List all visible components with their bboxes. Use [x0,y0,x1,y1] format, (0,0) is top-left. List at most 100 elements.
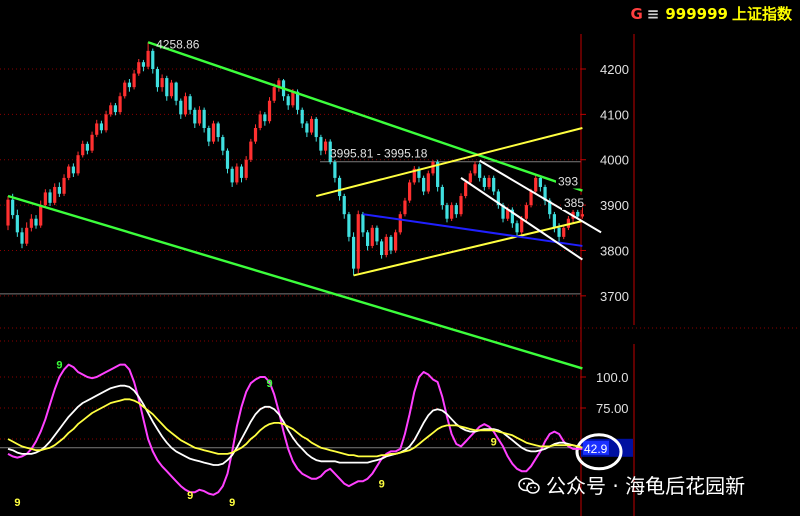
candle-body [239,166,244,178]
candle-body [137,62,141,74]
price-tag: 393 [558,175,578,189]
trendline-green-lower [7,194,583,370]
candle-body [580,214,585,217]
osc-signal-marker: 9 [491,436,497,448]
candle-body [333,162,337,178]
candle-body [356,214,360,269]
candle-body [85,143,89,151]
osc-tick-label: 75.00 [596,401,629,416]
candle-body [473,164,477,174]
candle-body [487,177,491,187]
range-label: 3995.81 - 3995.18 [330,146,428,160]
price-tick-label: 4000 [600,153,629,168]
candle-body [230,168,234,183]
candle-body [557,227,561,237]
candle-body [123,82,127,97]
candle-body [468,173,472,183]
price-tick-label: 4200 [600,62,629,77]
candle-body [319,137,323,151]
price-tick-label: 3900 [600,198,629,213]
candle-body [440,186,444,206]
osc-tick-label: 100.0 [596,370,629,385]
candle-body [454,205,458,215]
candle-body [197,109,202,124]
candle-body [445,205,449,219]
candle-body [534,177,538,192]
candle-body [272,87,276,101]
candle-body [39,205,43,226]
candle-body [25,227,29,244]
candle-body [81,143,85,156]
candle-body [179,100,183,115]
candle-body [193,109,197,124]
candle-body [305,123,309,133]
osc-signal-marker: 9 [56,360,62,372]
osc-signal-marker: 9 [187,490,193,502]
candle-body [118,96,122,113]
wechat-icon [518,477,540,494]
candle-body [323,141,328,151]
candle-body [62,177,66,194]
candle-body [286,96,290,106]
candle-body [389,236,393,251]
candle-body [258,114,262,128]
candle-body [459,196,463,215]
candle-body [235,166,239,183]
candle-body [552,214,556,228]
price-tag: 385 [564,196,584,210]
trendline-green-upper [147,41,583,192]
candle-body [174,82,178,101]
candle-body [370,227,374,246]
candle-body [398,214,402,233]
price-tick-label: 4100 [600,107,629,122]
candle-body [253,127,258,142]
candle-body [426,173,430,192]
candle-body [351,236,356,269]
candle-body [160,78,164,88]
candle-body [450,205,454,219]
candle-body [151,50,155,69]
candle-body [482,177,486,187]
candle-body [361,214,365,233]
candle-body [365,232,370,246]
candle-body [244,159,248,178]
candle-body [422,177,426,192]
stock-chart[interactable]: 4200 4100 4000 3900 3800 3700 4258.86 3995.81 -… [0,0,800,516]
price-tick-label: 3800 [600,243,629,258]
candle-body [202,109,206,128]
osc-signal-marker: 9 [379,479,385,491]
candle-body [99,123,103,131]
candle-body [109,105,113,115]
candle-body [155,69,160,88]
candle-body [34,218,38,226]
candle-body [538,177,542,187]
candle-body [29,218,33,228]
candle-body [263,114,267,122]
watermark-text: 公众号 · 海龟后花园新 [546,474,746,498]
candle-body [43,192,47,206]
candle-body [225,150,230,169]
candle-body [188,96,192,110]
candle-body [146,50,150,67]
candle-body [20,232,24,244]
candle-body [520,218,524,233]
watermark: 公众号 · 海龟后花园新 [518,470,745,499]
candle-body [183,96,188,115]
candle-body [403,200,407,215]
candle-body [57,186,61,194]
candle-body [6,199,10,226]
candle-body [576,211,580,217]
candle-body [492,177,496,192]
osc-series-line [7,384,583,466]
candle-body [309,118,314,133]
candle-body [95,123,99,135]
candle-body [314,118,318,138]
candle-body [165,78,169,97]
candle-body [375,227,379,242]
candle-body [300,109,304,124]
candle-body [524,205,528,219]
trendline-white-lower [460,177,583,261]
candle-body [408,182,412,201]
candle-body [337,177,342,197]
candle-body [291,91,295,106]
